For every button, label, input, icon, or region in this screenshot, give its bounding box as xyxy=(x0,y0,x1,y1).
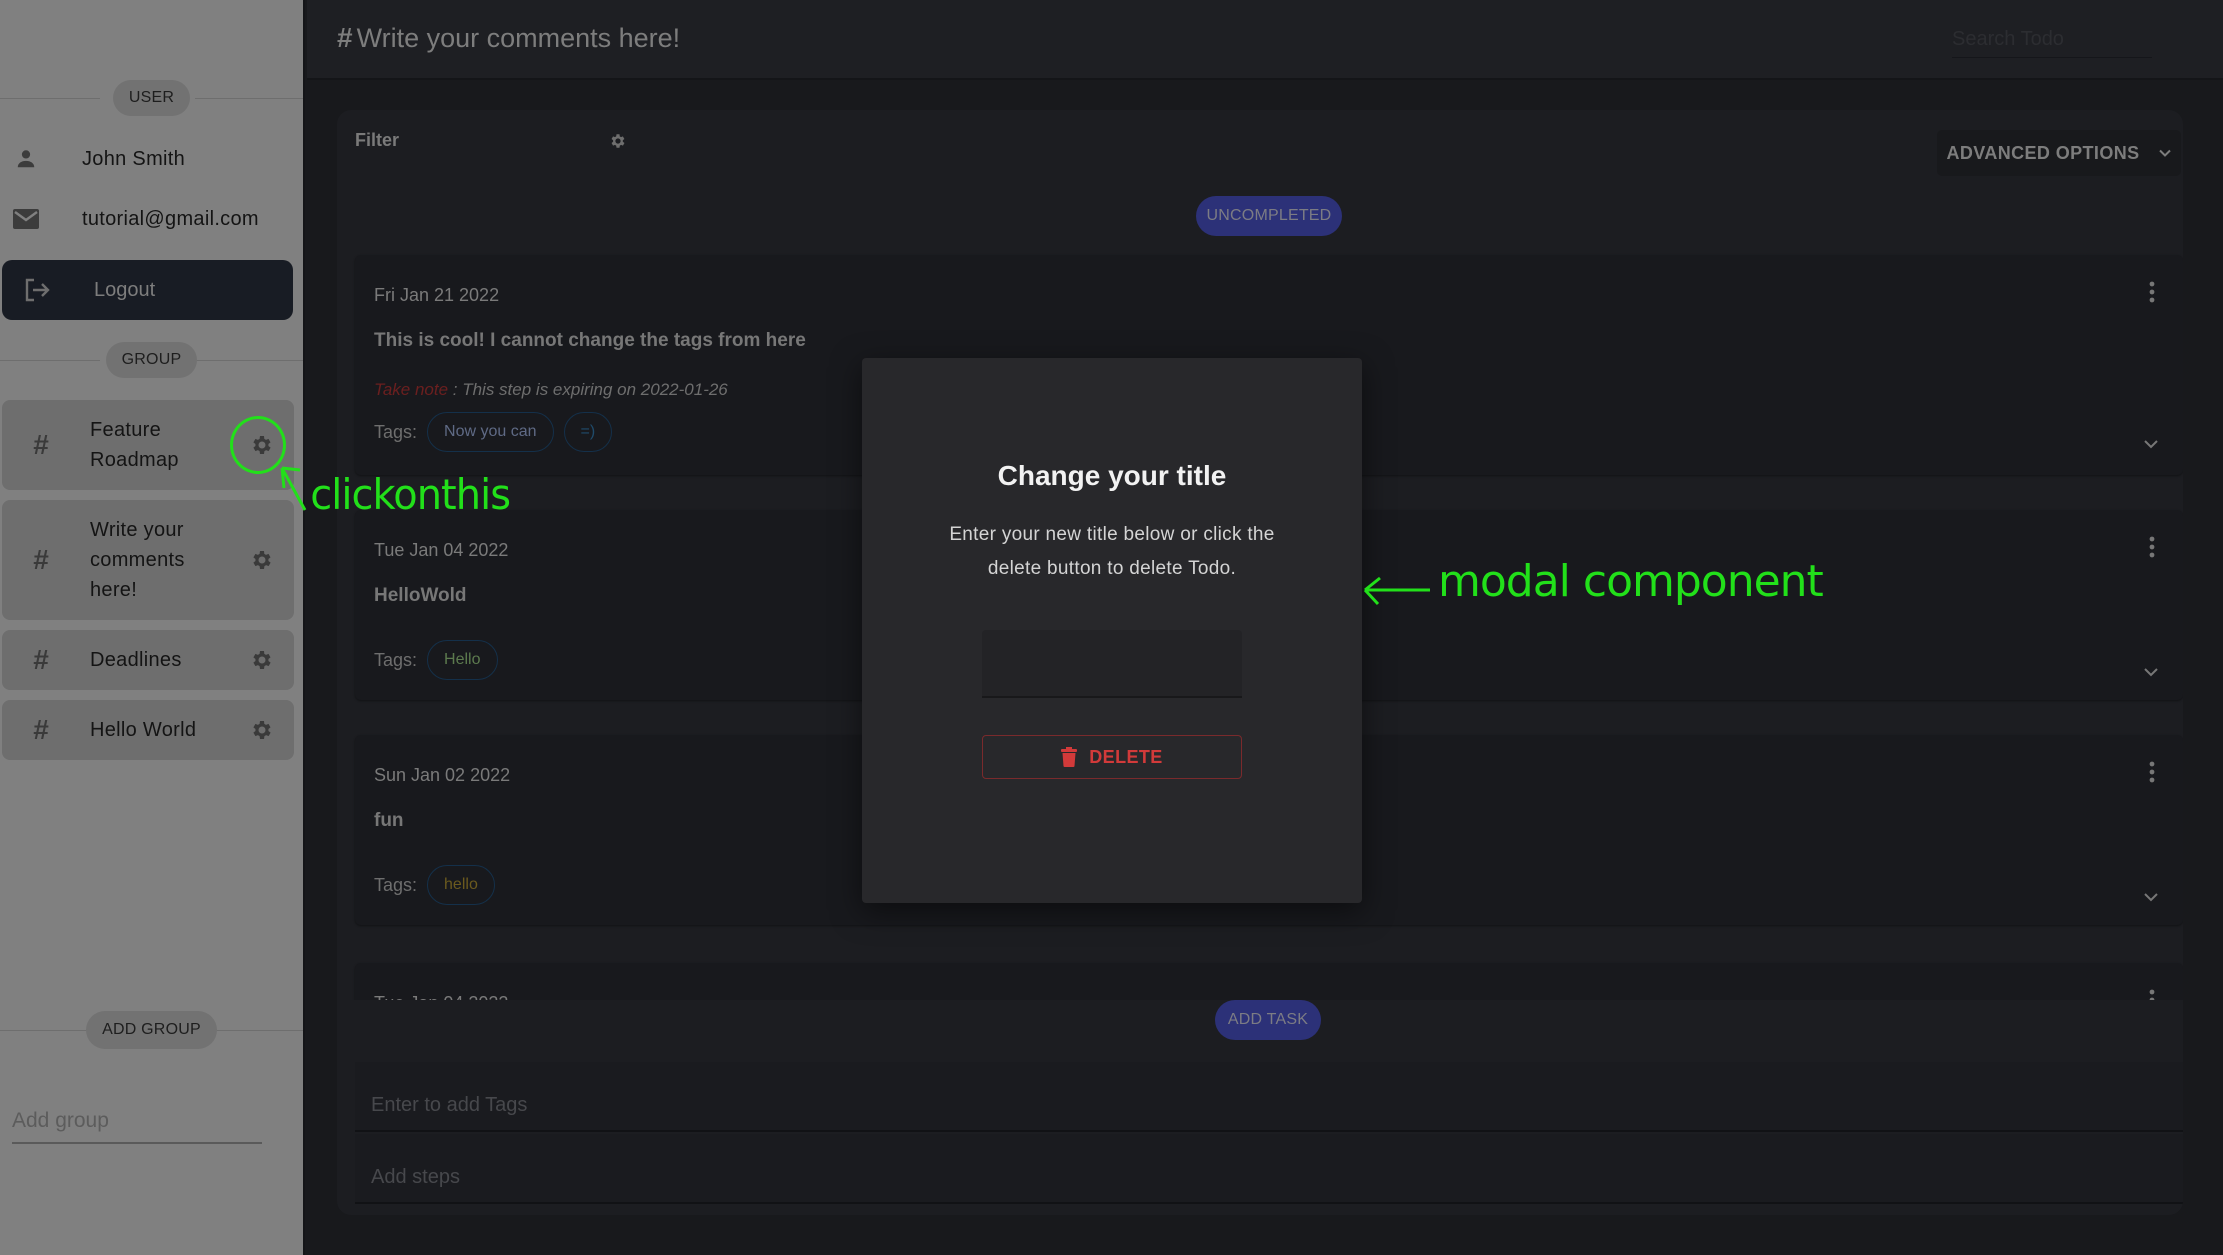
hash-icon: # xyxy=(33,714,49,745)
search-input[interactable] xyxy=(1952,22,2152,58)
todo-title[interactable]: HelloWold xyxy=(374,585,467,607)
new-title-input[interactable] xyxy=(982,630,1242,698)
user-section-label: USER xyxy=(112,80,191,116)
change-title-modal: Change your title Enter your new title b… xyxy=(862,358,1362,903)
user-email: tutorial@gmail.com xyxy=(82,207,259,230)
filter-label: Filter xyxy=(355,130,400,150)
delete-button[interactable]: DELETE xyxy=(982,735,1242,779)
todo-date: Tue Jan 04 2022 xyxy=(374,540,509,560)
sidebar-group-hello-world[interactable]: # Hello World xyxy=(2,700,294,760)
page-title: # Write your comments here! xyxy=(337,22,680,54)
todo-title[interactable]: fun xyxy=(374,810,404,832)
tags-label: Tags: xyxy=(374,874,418,895)
chevron-down-icon xyxy=(2158,146,2172,160)
todo-date: Sun Jan 02 2022 xyxy=(374,765,511,785)
tags-row: Tags: hello xyxy=(374,865,505,905)
tag-chip[interactable]: Hello xyxy=(427,640,498,680)
steps-input[interactable] xyxy=(355,1134,2183,1204)
user-name-row: John Smith xyxy=(0,134,303,184)
gear-icon[interactable] xyxy=(250,548,274,572)
logout-label: Logout xyxy=(94,278,156,301)
user-name: John Smith xyxy=(82,147,186,170)
page-title-text: Write your comments here! xyxy=(356,22,681,53)
note-text: : This step is expiring on 2022-01-26 xyxy=(448,380,728,399)
more-vert-icon[interactable] xyxy=(2149,536,2155,558)
status-filter-pill[interactable]: UNCOMPLETED xyxy=(1196,196,1342,236)
gear-icon[interactable] xyxy=(250,718,274,742)
modal-description: Enter your new title below or click the … xyxy=(949,524,1275,579)
more-vert-icon[interactable] xyxy=(2149,761,2155,783)
hash-icon: # xyxy=(33,544,49,575)
tags-row: Tags: Hello xyxy=(374,640,508,680)
tags-label: Tags: xyxy=(374,421,418,442)
tag-chip[interactable]: =) xyxy=(563,412,613,452)
add-group-divider: ADD GROUP xyxy=(0,1010,303,1050)
sidebar-group-write-your-comments[interactable]: # Write your comments here! xyxy=(2,500,294,620)
group-section-divider: GROUP xyxy=(0,340,303,380)
hash-icon: # xyxy=(337,22,353,53)
expand-chevron-icon[interactable] xyxy=(2143,665,2159,677)
todo-date: Fri Jan 21 2022 xyxy=(374,285,500,305)
expand-chevron-icon[interactable] xyxy=(2143,890,2159,902)
sidebar-group-deadlines[interactable]: # Deadlines xyxy=(2,630,294,690)
user-section-divider: USER xyxy=(0,78,303,118)
user-email-row: tutorial@gmail.com xyxy=(0,194,303,244)
tags-label: Tags: xyxy=(374,649,418,670)
modal-title: Change your title xyxy=(997,460,1227,491)
group-section-label: GROUP xyxy=(105,342,198,378)
mail-icon xyxy=(12,205,40,233)
tag-chip[interactable]: Now you can xyxy=(427,412,554,452)
add-group-input[interactable] xyxy=(12,1100,262,1144)
annotation-circle xyxy=(230,416,286,474)
gear-icon[interactable] xyxy=(250,648,274,672)
trash-icon xyxy=(1061,747,1078,767)
hash-icon: # xyxy=(33,429,49,460)
advanced-options-label: ADVANCED OPTIONS xyxy=(1946,142,2140,163)
logout-icon xyxy=(24,275,54,305)
sidebar: USER John Smith tutorial@gmail.com Logou… xyxy=(0,0,305,1255)
note-prefix: Take note xyxy=(374,380,449,399)
expand-chevron-icon[interactable] xyxy=(2143,437,2159,449)
tags-row: Tags: Now you can =) xyxy=(374,412,622,452)
group-label: Deadlines xyxy=(90,649,182,671)
tags-input[interactable] xyxy=(355,1062,2183,1132)
add-task-button[interactable]: ADD TASK xyxy=(1215,1000,1321,1040)
add-group-button[interactable]: ADD GROUP xyxy=(86,1011,217,1049)
add-task-area: ADD TASK xyxy=(337,1000,2183,1215)
more-vert-icon[interactable] xyxy=(2149,281,2155,303)
todo-note: Take note : This step is expiring on 202… xyxy=(374,380,728,400)
logout-button[interactable]: Logout xyxy=(2,260,293,320)
hash-icon: # xyxy=(33,644,49,675)
group-label: Hello World xyxy=(90,719,197,741)
delete-label: DELETE xyxy=(1089,746,1163,767)
header: # Write your comments here! xyxy=(307,0,2223,80)
todo-title[interactable]: This is cool! I cannot change the tags f… xyxy=(374,330,806,352)
filter-gear-icon[interactable] xyxy=(609,132,627,150)
tag-chip[interactable]: hello xyxy=(427,865,495,905)
advanced-options-button[interactable]: ADVANCED OPTIONS xyxy=(1937,130,2181,176)
group-label: Feature Roadmap xyxy=(90,419,179,471)
group-label: Write your comments here! xyxy=(90,519,185,601)
person-icon xyxy=(12,145,40,173)
